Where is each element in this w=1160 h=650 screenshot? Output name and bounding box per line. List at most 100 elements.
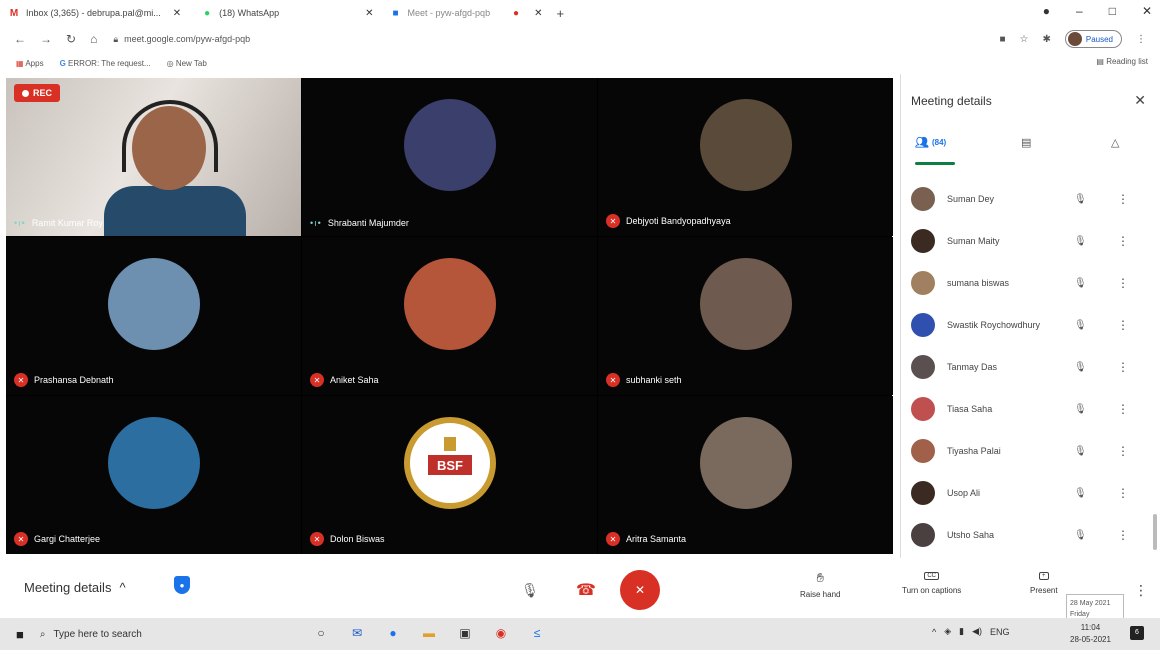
taskbar-apps: ○ ✉ ● ▬ ▣ ◉ ≤ xyxy=(312,624,546,642)
more-options-icon[interactable]: ⋮ xyxy=(1117,486,1129,500)
camera-icon[interactable]: ■ xyxy=(999,34,1005,45)
url-field[interactable]: 🔒︎ meet.google.com/pyw-afgd-pqb xyxy=(113,34,250,45)
app-icon[interactable]: ≤ xyxy=(528,624,546,642)
tab-gmail[interactable]: M Inbox (3,365) - debrupa.pal@mi... ✕ xyxy=(0,2,189,24)
menu-icon[interactable]: ⋮ xyxy=(1136,34,1146,45)
cortana-icon[interactable]: ○ xyxy=(312,624,330,642)
svg-text:BSF: BSF xyxy=(437,458,463,473)
reload-icon[interactable]: ↻ xyxy=(66,32,76,46)
extensions-icon[interactable]: ✱ xyxy=(1042,34,1050,45)
more-options-icon[interactable]: ⋮ xyxy=(1117,234,1129,248)
more-options-icon[interactable]: ⋮ xyxy=(1117,402,1129,416)
profile-button[interactable]: Paused xyxy=(1064,30,1122,48)
new-tab-icon[interactable]: + xyxy=(556,6,564,21)
present-button[interactable]: + Present xyxy=(1030,570,1058,595)
tab-meet[interactable]: ■ Meet - pyw-afgd-pqb ● ✕ xyxy=(382,2,551,24)
chrome-icon[interactable]: ◉ xyxy=(492,624,510,642)
list-item[interactable]: Tiyasha Palai 🎙︎ ⋮ xyxy=(901,430,1151,472)
back-icon[interactable]: ← xyxy=(14,32,26,46)
list-item[interactable]: Tanmay Das 🎙︎ ⋮ xyxy=(901,346,1151,388)
battery-icon[interactable]: ▮ xyxy=(959,626,964,637)
list-item[interactable]: Suman Dey 🎙︎ ⋮ xyxy=(901,178,1151,220)
store-icon[interactable]: ▣ xyxy=(456,624,474,642)
video-tile[interactable]: ✕ Gargi Chatterjee xyxy=(6,396,301,554)
more-options-icon[interactable]: ⋮ xyxy=(1117,444,1129,458)
tab-chat[interactable]: ▤ xyxy=(1021,136,1031,149)
video-tile[interactable]: ✕ subhanki seth xyxy=(598,237,893,395)
more-options-icon[interactable]: ⋮ xyxy=(1117,528,1129,542)
notification-icon[interactable]: 6 xyxy=(1130,626,1144,640)
windows-start-icon[interactable]: ■ xyxy=(16,627,24,642)
meeting-details-button[interactable]: Meeting details ^ xyxy=(24,580,126,595)
reading-list-icon: ▤ xyxy=(1096,57,1104,66)
host-controls-icon[interactable]: ● xyxy=(174,576,190,594)
participant-list: Suman Dey 🎙︎ ⋮ Suman Maity 🎙︎ ⋮ sumana biswa… xyxy=(901,178,1151,556)
list-item[interactable]: Utsho Saha 🎙︎ ⋮ xyxy=(901,514,1151,556)
bookmark-error[interactable]: G ERROR: The request... xyxy=(60,59,151,68)
list-item[interactable]: sumana biswas 🎙︎ ⋮ xyxy=(901,262,1151,304)
avatar xyxy=(911,187,935,211)
tab-search-icon[interactable]: ● xyxy=(1043,4,1050,18)
mic-off-icon: ✕ xyxy=(606,373,620,387)
list-item[interactable]: Usop Ali 🎙︎ ⋮ xyxy=(901,472,1151,514)
bookmark-new-tab[interactable]: ◎ New Tab xyxy=(167,59,207,68)
tab-label: (18) WhatsApp xyxy=(219,8,280,18)
profile-label: Paused xyxy=(1085,34,1113,44)
speaking-icon: •ı• xyxy=(310,218,322,228)
maximize-icon[interactable]: □ xyxy=(1109,4,1116,18)
taskbar-search[interactable]: ⌕ Type here to search xyxy=(40,629,142,640)
panel-title: Meeting details xyxy=(911,94,992,108)
more-options-icon[interactable]: ⋮ xyxy=(1117,192,1129,206)
tab-label: Meet - pyw-afgd-pqb xyxy=(407,8,491,18)
video-tile[interactable]: ✕ Aritra Samanta xyxy=(598,396,893,554)
tab-whatsapp[interactable]: ● (18) WhatsApp ✕ xyxy=(193,2,381,24)
avatar xyxy=(699,258,792,350)
mic-button[interactable]: 🎙︎ xyxy=(510,570,550,610)
minimize-icon[interactable]: – xyxy=(1076,4,1083,18)
more-options-icon[interactable]: ⋮ xyxy=(1117,360,1129,374)
close-tab-icon[interactable]: ✕ xyxy=(365,8,373,19)
scrollbar[interactable] xyxy=(1153,514,1157,550)
video-tile[interactable]: ✕ Debjyoti Bandyopadhyaya xyxy=(598,78,893,236)
close-window-icon[interactable]: ✕ xyxy=(1142,4,1152,18)
bsf-logo: BSF xyxy=(403,417,496,509)
captions-button[interactable]: CC Turn on captions xyxy=(902,570,961,595)
close-icon[interactable]: ✕ xyxy=(1134,92,1146,109)
end-call-button[interactable]: ☎︎ xyxy=(566,570,606,610)
video-tile[interactable]: BSF ✕ Dolon Biswas xyxy=(302,396,597,554)
camera-off-button[interactable]: ✕ xyxy=(620,570,660,610)
video-tile[interactable]: ✕ Prashansa Debnath xyxy=(6,237,301,395)
bookmark-apps[interactable]: ▦ Apps xyxy=(16,59,44,68)
list-item[interactable]: Suman Maity 🎙︎ ⋮ xyxy=(901,220,1151,262)
participant-name: ✕ Aniket Saha xyxy=(310,373,379,387)
chevron-up-icon: ^ xyxy=(119,580,126,595)
close-tab-icon[interactable]: ✕ xyxy=(173,8,181,19)
video-tile[interactable]: REC •ı• Ramit Kumar Roy xyxy=(6,78,301,236)
chevron-up-icon[interactable]: ^ xyxy=(932,627,936,637)
recording-badge: REC xyxy=(14,84,61,102)
more-options-icon[interactable]: ⋮ xyxy=(1117,318,1129,332)
network-icon[interactable]: ◈ xyxy=(944,626,951,637)
mail-icon[interactable]: ✉ xyxy=(348,624,366,642)
video-tile[interactable]: ✕ Aniket Saha xyxy=(302,237,597,395)
video-tile[interactable]: •ı• Shrabanti Majumder xyxy=(302,78,597,236)
home-icon[interactable]: ⌂ xyxy=(90,32,97,46)
forward-icon[interactable]: → xyxy=(40,32,52,46)
list-item[interactable]: Tiasa Saha 🎙︎ ⋮ xyxy=(901,388,1151,430)
tab-activities[interactable]: △ xyxy=(1111,136,1119,149)
edge-icon[interactable]: ● xyxy=(384,624,402,642)
raise-hand-button[interactable]: ✋︎ Raise hand xyxy=(800,570,840,599)
taskbar: ■ ⌕ Type here to search ○ ✉ ● ▬ ▣ ◉ ≤ ^ … xyxy=(0,618,1160,650)
clock[interactable]: 11:04 28-05-2021 xyxy=(1070,622,1111,646)
volume-icon[interactable]: ◀) xyxy=(972,626,982,637)
reading-list[interactable]: ▤ Reading list xyxy=(1096,57,1148,66)
people-icon: 👥︎ xyxy=(915,137,929,149)
tab-people[interactable]: 👥︎ (84) xyxy=(915,136,946,149)
more-options-icon[interactable]: ⋮ xyxy=(1134,582,1148,599)
language-indicator[interactable]: ENG xyxy=(990,627,1010,637)
list-item[interactable]: Swastik Roychowdhury 🎙︎ ⋮ xyxy=(901,304,1151,346)
close-tab-icon[interactable]: ✕ xyxy=(534,8,542,19)
file-explorer-icon[interactable]: ▬ xyxy=(420,624,438,642)
more-options-icon[interactable]: ⋮ xyxy=(1117,276,1129,290)
star-icon[interactable]: ☆ xyxy=(1020,34,1029,45)
